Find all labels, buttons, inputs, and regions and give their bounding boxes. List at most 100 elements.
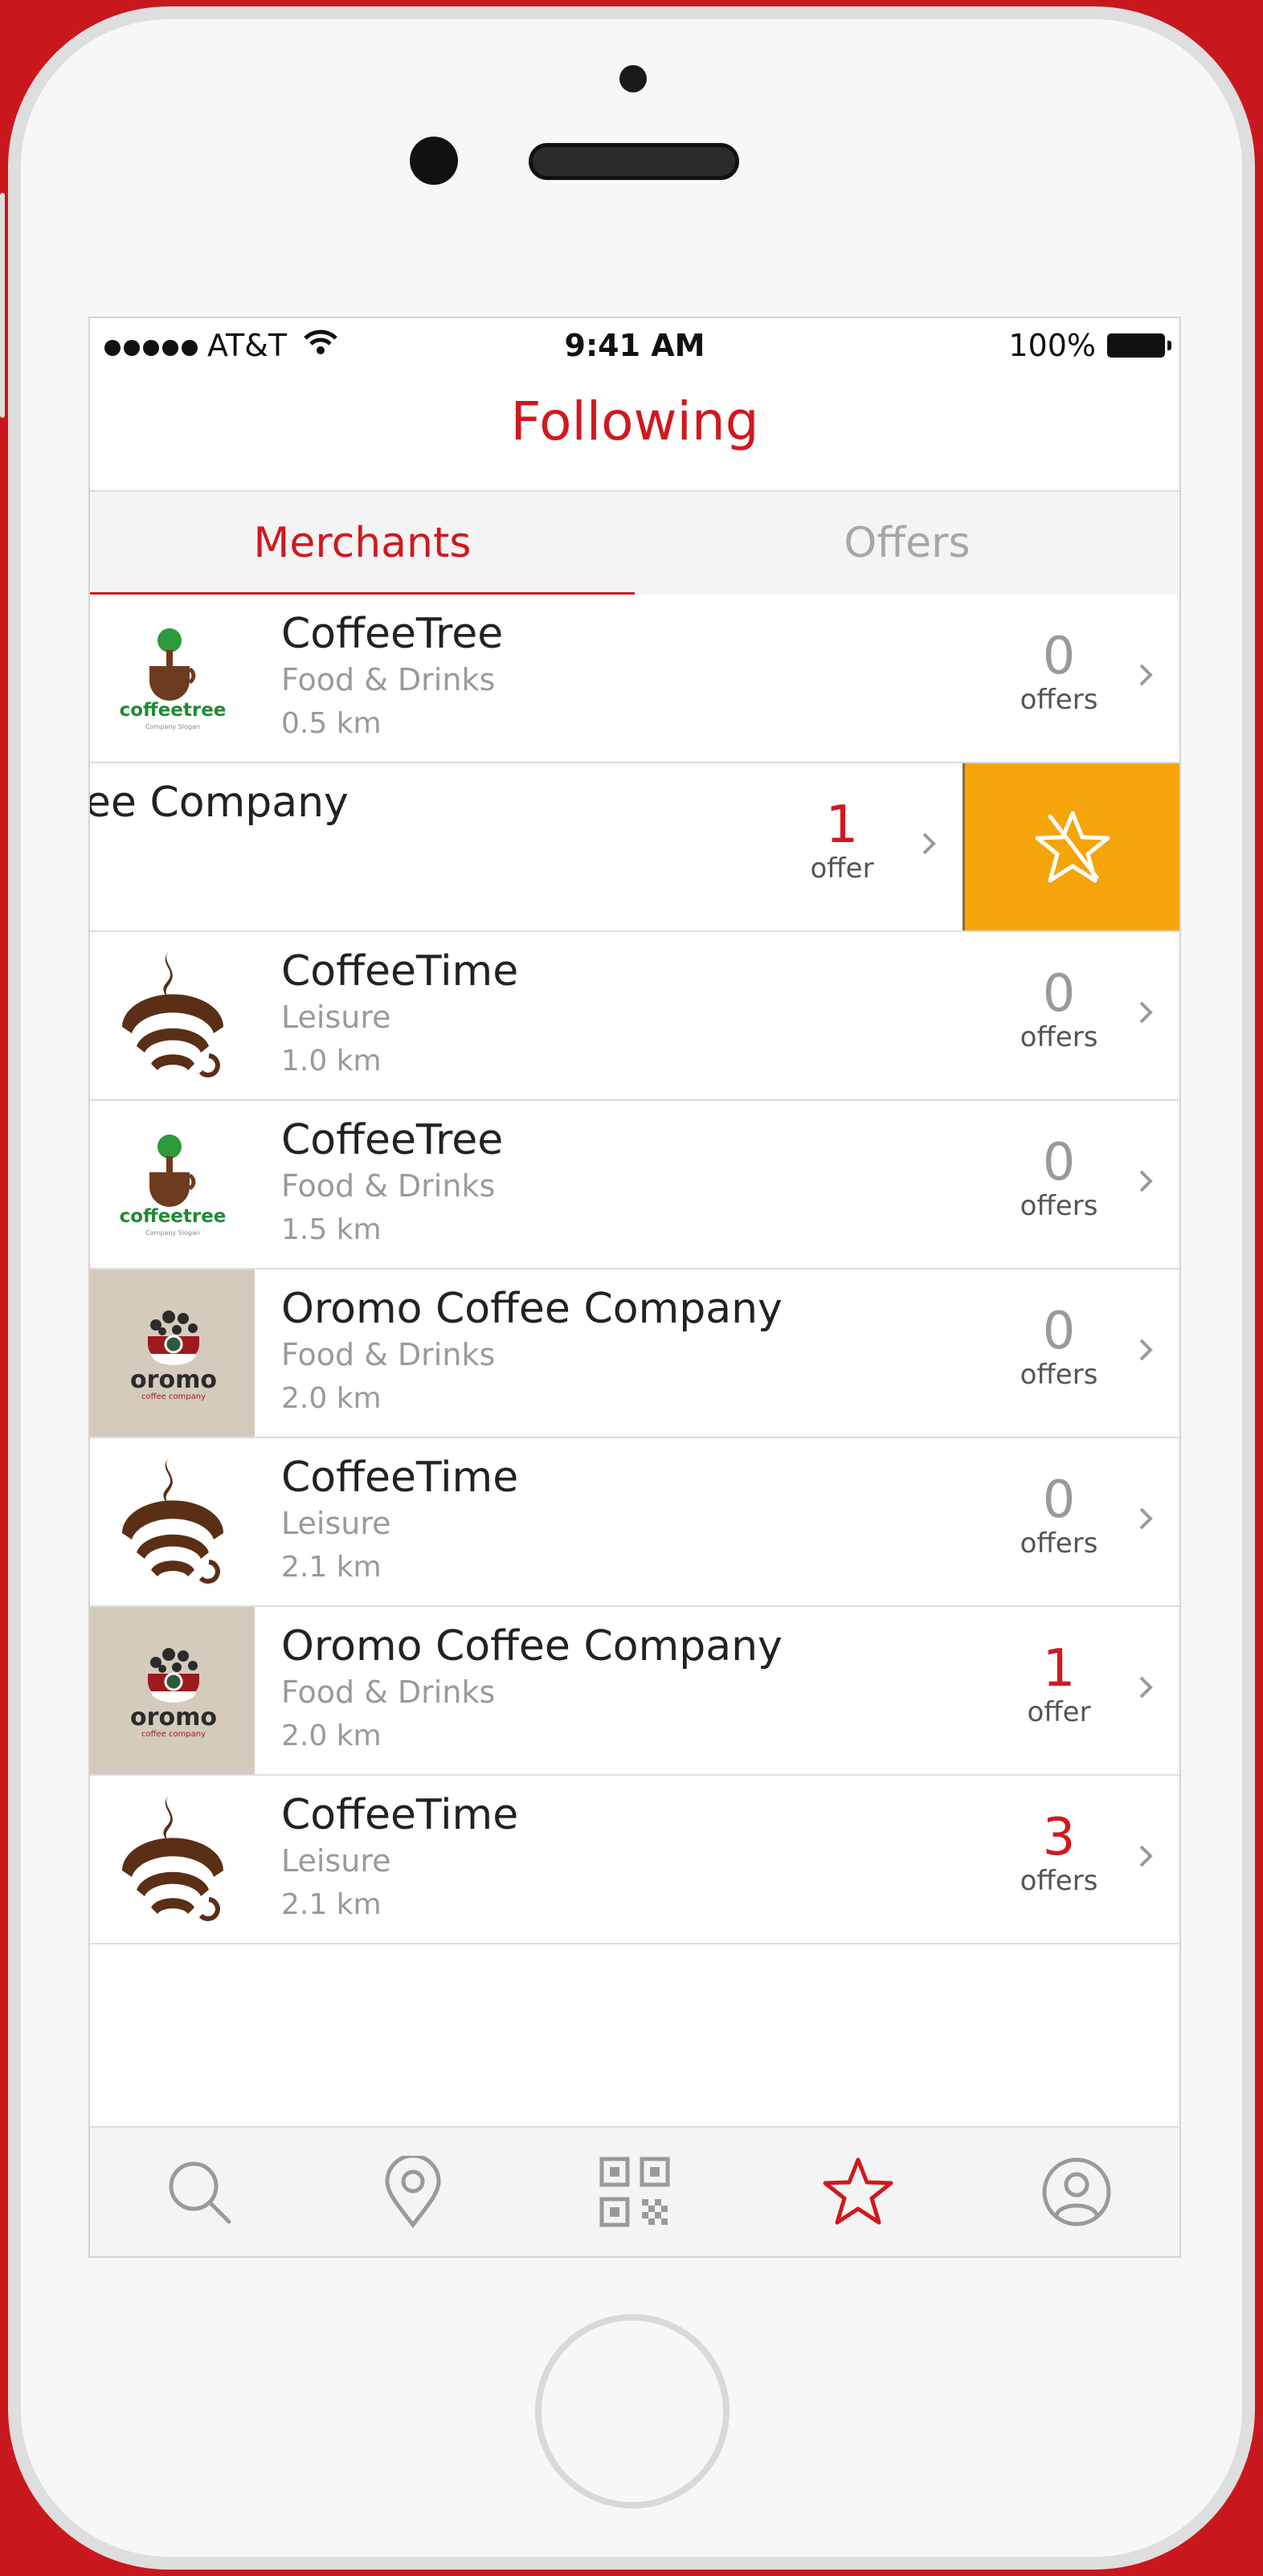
offer-count-label: offer <box>810 853 874 885</box>
merchant-category: Food & Drinks <box>281 1337 496 1372</box>
merchant-text: Oromo Coffee Company Food & Drinks 1.6 k… <box>90 778 349 916</box>
row-content: Oromo Coffee Company Food & Drinks 1.6 k… <box>90 763 963 930</box>
volume-button <box>0 193 5 418</box>
chevron-right-icon <box>1139 664 1153 686</box>
page-title: Following <box>510 390 759 452</box>
logo-text: oromo <box>130 1703 217 1732</box>
chevron-right-icon <box>1139 1507 1153 1530</box>
list-item[interactable]: coffeetree Company Slogan CoffeeTree Foo… <box>90 1101 1179 1270</box>
merchant-distance: 2.1 km <box>281 1551 382 1584</box>
tab-merchants[interactable]: Merchants <box>90 492 635 596</box>
coffeetree-logo: coffeetree Company Slogan <box>90 595 255 762</box>
logo-text: coffeetree <box>119 1206 226 1227</box>
status-bar: AT&T 9:41 AM 100% <box>90 318 1179 374</box>
home-button[interactable] <box>535 2314 730 2509</box>
merchant-category: Food & Drinks <box>281 1674 496 1710</box>
offer-count: 0 offers <box>1011 966 1107 1053</box>
list-item[interactable]: oromo coffee company Oromo Coffee Compan… <box>90 1607 1179 1776</box>
merchant-distance: 2.0 km <box>281 1719 382 1752</box>
merchant-list: coffeetree Company Slogan CoffeeTree Foo… <box>90 595 1179 1944</box>
location-pin-icon[interactable] <box>373 2152 453 2232</box>
list-item[interactable]: coffeetree Company Slogan CoffeeTree Foo… <box>90 595 1179 763</box>
offer-count-number: 1 <box>1042 1639 1076 1699</box>
unfollow-star-icon <box>1035 811 1110 883</box>
offer-count-number: 0 <box>1042 964 1076 1024</box>
offer-count: 0 offers <box>1011 628 1107 715</box>
merchant-name: Oromo Coffee Company <box>281 1622 783 1670</box>
merchant-category: Leisure <box>281 1506 391 1541</box>
list-item[interactable]: oromo coffee company Oromo Coffee Compan… <box>90 1270 1179 1438</box>
coffeetime-logo <box>90 1776 255 1943</box>
merchant-name: CoffeeTime <box>281 1791 519 1839</box>
oromo-logo: oromo coffee company <box>90 1607 255 1774</box>
offer-count: 0 offers <box>1011 1472 1107 1559</box>
row-content: CoffeeTime Leisure 2.1 km 0 offers <box>90 1438 1179 1605</box>
merchant-category: Food & Drinks <box>281 1168 496 1204</box>
offer-count: 0 offers <box>1011 1303 1107 1390</box>
offer-count-label: offers <box>1020 1865 1098 1897</box>
logo-text: coffeetree <box>119 700 226 721</box>
battery-icon <box>1107 333 1171 358</box>
row-content: CoffeeTime Leisure 2.1 km 3 offers <box>90 1776 1179 1943</box>
merchant-distance: 2.0 km <box>281 1382 382 1415</box>
offer-count: 1 offer <box>794 797 890 884</box>
row-content: coffeetree Company Slogan CoffeeTree Foo… <box>90 595 1179 762</box>
merchant-name: CoffeeTree <box>281 610 504 658</box>
offer-count-number: 0 <box>1042 1133 1076 1192</box>
offer-count-number: 3 <box>1042 1808 1076 1867</box>
list-item[interactable]: CoffeeTime Leisure 1.0 km 0 offers <box>90 932 1179 1101</box>
merchant-distance: 0.5 km <box>281 707 382 740</box>
merchant-category: Leisure <box>281 1843 391 1879</box>
merchant-name: Oromo Coffee Company <box>281 1285 783 1333</box>
merchant-category: Leisure <box>281 1000 391 1035</box>
row-content: oromo coffee company Oromo Coffee Compan… <box>90 1607 1179 1774</box>
merchant-distance: 1.6 km <box>90 869 349 916</box>
search-icon[interactable] <box>159 2152 239 2232</box>
chevron-right-icon <box>922 832 936 855</box>
unfollow-button[interactable] <box>963 763 1179 930</box>
offer-count-label: offers <box>1020 684 1098 716</box>
logo-slogan: Company Slogan <box>145 1229 200 1237</box>
segmented-tabs: Merchants Offers <box>90 490 1179 596</box>
merchant-name: Oromo Coffee Company <box>90 779 349 827</box>
logo-slogan: coffee company <box>141 1392 205 1401</box>
offer-count: 3 offers <box>1011 1809 1107 1896</box>
front-sensor <box>619 65 647 92</box>
front-camera <box>410 137 458 185</box>
profile-icon[interactable] <box>1036 2152 1117 2232</box>
merchant-text: CoffeeTime Leisure 2.1 km <box>281 1453 518 1591</box>
coffeetime-logo <box>90 1438 255 1605</box>
tab-bar <box>90 2126 1179 2256</box>
merchant-text: CoffeeTree Food & Drinks 1.5 km <box>281 1115 503 1253</box>
offer-count: 1 offer <box>1011 1641 1107 1728</box>
row-content: coffeetree Company Slogan CoffeeTree Foo… <box>90 1101 1179 1268</box>
offer-count-number: 1 <box>825 795 859 855</box>
logo-text: oromo <box>130 1366 217 1394</box>
coffeetree-logo: coffeetree Company Slogan <box>90 1101 255 1268</box>
tab-offers[interactable]: Offers <box>635 492 1179 596</box>
offer-count-label: offer <box>1027 1696 1091 1728</box>
list-item[interactable]: CoffeeTime Leisure 2.1 km 3 offers <box>90 1776 1179 1944</box>
merchant-name: CoffeeTime <box>281 947 519 996</box>
merchant-distance: 1.0 km <box>281 1045 382 1077</box>
earpiece-speaker <box>529 143 739 180</box>
chevron-right-icon <box>1139 1339 1153 1361</box>
qr-code-icon[interactable] <box>595 2152 675 2232</box>
merchant-text: Oromo Coffee Company Food & Drinks 2.0 k… <box>281 1284 783 1422</box>
row-content: oromo coffee company Oromo Coffee Compan… <box>90 1270 1179 1437</box>
offer-count-number: 0 <box>1042 1302 1076 1361</box>
list-item[interactable]: CoffeeTime Leisure 2.1 km 0 offers <box>90 1438 1179 1607</box>
navigation-bar: Following <box>90 374 1179 485</box>
battery-percent: 100% <box>1008 328 1096 363</box>
chevron-right-icon <box>1139 1170 1153 1192</box>
offer-count-label: offers <box>1020 1021 1098 1053</box>
star-icon[interactable] <box>818 2152 898 2232</box>
list-item[interactable]: Oromo Coffee Company Food & Drinks 1.6 k… <box>90 763 1179 932</box>
chevron-right-icon <box>1139 1676 1153 1699</box>
merchant-distance: 1.5 km <box>281 1213 382 1246</box>
offer-count-number: 0 <box>1042 1470 1076 1530</box>
merchant-text: CoffeeTime Leisure 2.1 km <box>281 1790 518 1928</box>
offer-count: 0 offers <box>1011 1135 1107 1221</box>
oromo-logo: oromo coffee company <box>90 1270 255 1437</box>
logo-slogan: coffee company <box>141 1730 205 1739</box>
